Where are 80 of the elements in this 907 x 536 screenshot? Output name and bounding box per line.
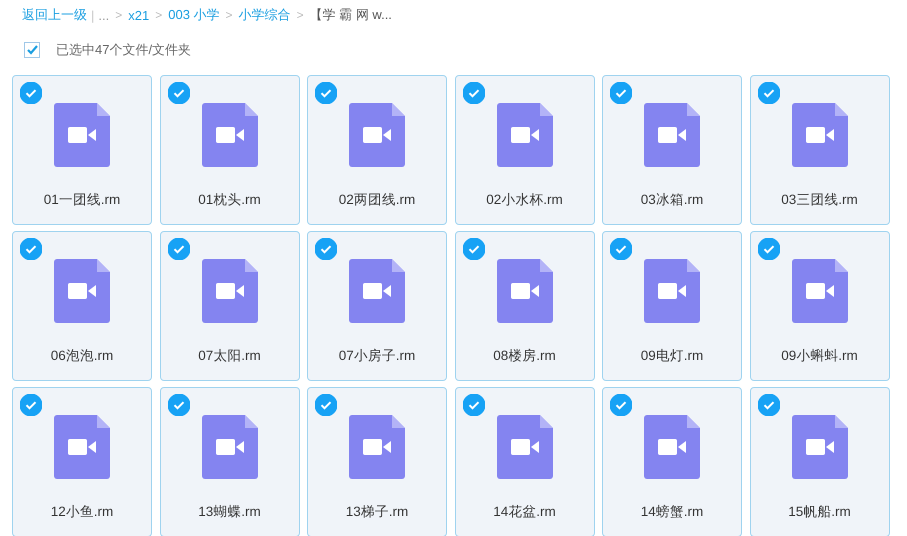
file-tile[interactable]: 01一团线.rm xyxy=(12,75,152,225)
file-tile[interactable]: 13蝴蝶.rm xyxy=(160,387,300,536)
check-icon[interactable] xyxy=(315,238,337,260)
file-tile[interactable]: 12小鱼.rm xyxy=(12,387,152,536)
file-name: 15帆船.rm xyxy=(788,503,851,521)
video-file-icon xyxy=(202,415,258,479)
file-name: 07小房子.rm xyxy=(338,347,416,365)
video-file-icon xyxy=(54,259,110,323)
check-icon[interactable] xyxy=(462,238,484,260)
file-name: 14螃蟹.rm xyxy=(640,503,704,521)
selection-count: 已选中47个文件/文件夹 xyxy=(56,41,192,59)
video-file-icon xyxy=(54,103,110,167)
file-name: 07太阳.rm xyxy=(198,347,261,365)
file-name: 02小水杯.rm xyxy=(486,191,563,209)
check-icon[interactable] xyxy=(20,394,42,416)
check-icon[interactable] xyxy=(168,82,190,104)
video-file-icon xyxy=(202,103,258,167)
file-name: 01一团线.rm xyxy=(44,191,120,209)
file-tile[interactable]: 13梯子.rm xyxy=(307,387,447,536)
breadcrumb-separator: | xyxy=(91,8,94,22)
video-file-icon xyxy=(496,103,552,167)
video-file-icon xyxy=(792,415,848,479)
check-icon[interactable] xyxy=(758,82,780,104)
breadcrumb-arrow: > xyxy=(296,8,304,22)
video-file-icon xyxy=(349,415,405,479)
video-file-icon xyxy=(496,259,552,323)
file-name: 08楼房.rm xyxy=(493,347,556,365)
file-tile[interactable]: 14花盆.rm xyxy=(454,387,594,536)
current-folder: 【学 霸 网 w... xyxy=(310,6,392,24)
breadcrumb-arrow: > xyxy=(115,8,122,22)
check-icon[interactable] xyxy=(462,82,484,104)
check-icon[interactable] xyxy=(315,82,337,104)
file-name: 13蝴蝶.rm xyxy=(198,503,261,521)
file-name: 14花盆.rm xyxy=(493,503,556,521)
file-name: 09电灯.rm xyxy=(640,347,704,365)
video-file-icon xyxy=(349,259,405,323)
check-icon[interactable] xyxy=(610,82,632,104)
video-file-icon xyxy=(496,415,552,479)
video-file-icon xyxy=(792,103,848,167)
video-file-icon xyxy=(644,103,700,167)
file-tile[interactable]: 14螃蟹.rm xyxy=(602,387,742,536)
check-icon[interactable] xyxy=(20,82,42,104)
file-name: 06泡泡.rm xyxy=(50,347,114,365)
file-tile[interactable]: 03三团线.rm xyxy=(750,75,890,225)
check-icon[interactable] xyxy=(168,238,190,260)
check-icon[interactable] xyxy=(315,394,337,416)
check-icon[interactable] xyxy=(462,394,484,416)
check-icon[interactable] xyxy=(758,394,780,416)
file-tile[interactable]: 02小水杯.rm xyxy=(454,75,594,225)
video-file-icon xyxy=(349,103,405,167)
video-file-icon xyxy=(202,259,258,323)
file-tile[interactable]: 07太阳.rm xyxy=(160,231,300,381)
file-tile[interactable]: 03冰箱.rm xyxy=(602,75,742,225)
file-name: 02两团线.rm xyxy=(338,191,416,209)
check-icon[interactable] xyxy=(20,238,42,260)
file-tile[interactable]: 01枕头.rm xyxy=(160,75,300,225)
check-icon[interactable] xyxy=(610,238,632,260)
file-name: 03三团线.rm xyxy=(781,191,858,209)
file-name: 03冰箱.rm xyxy=(640,191,704,209)
file-name: 13梯子.rm xyxy=(346,503,408,521)
select-all-checkbox[interactable] xyxy=(24,42,40,58)
video-file-icon xyxy=(792,259,848,323)
video-file-icon xyxy=(644,415,700,479)
file-tile[interactable]: 07小房子.rm xyxy=(307,231,447,381)
file-name: 01枕头.rm xyxy=(198,191,261,209)
file-tile[interactable]: 09小蝌蚪.rm xyxy=(750,231,890,381)
file-tile[interactable]: 02两团线.rm xyxy=(307,75,447,225)
check-icon[interactable] xyxy=(610,394,632,416)
file-name: 09小蝌蚪.rm xyxy=(781,347,858,365)
file-tile[interactable]: 08楼房.rm xyxy=(454,231,594,381)
breadcrumb-arrow: > xyxy=(155,8,162,22)
file-tile[interactable]: 09电灯.rm xyxy=(602,231,742,381)
breadcrumb-arrow: > xyxy=(226,8,233,22)
check-icon[interactable] xyxy=(168,394,190,416)
video-file-icon xyxy=(54,415,110,479)
file-tile[interactable]: 06泡泡.rm xyxy=(12,231,152,381)
file-tile[interactable]: 15帆船.rm xyxy=(750,387,890,536)
video-file-icon xyxy=(644,259,700,323)
check-icon[interactable] xyxy=(758,238,780,260)
file-name: 12小鱼.rm xyxy=(50,503,114,521)
